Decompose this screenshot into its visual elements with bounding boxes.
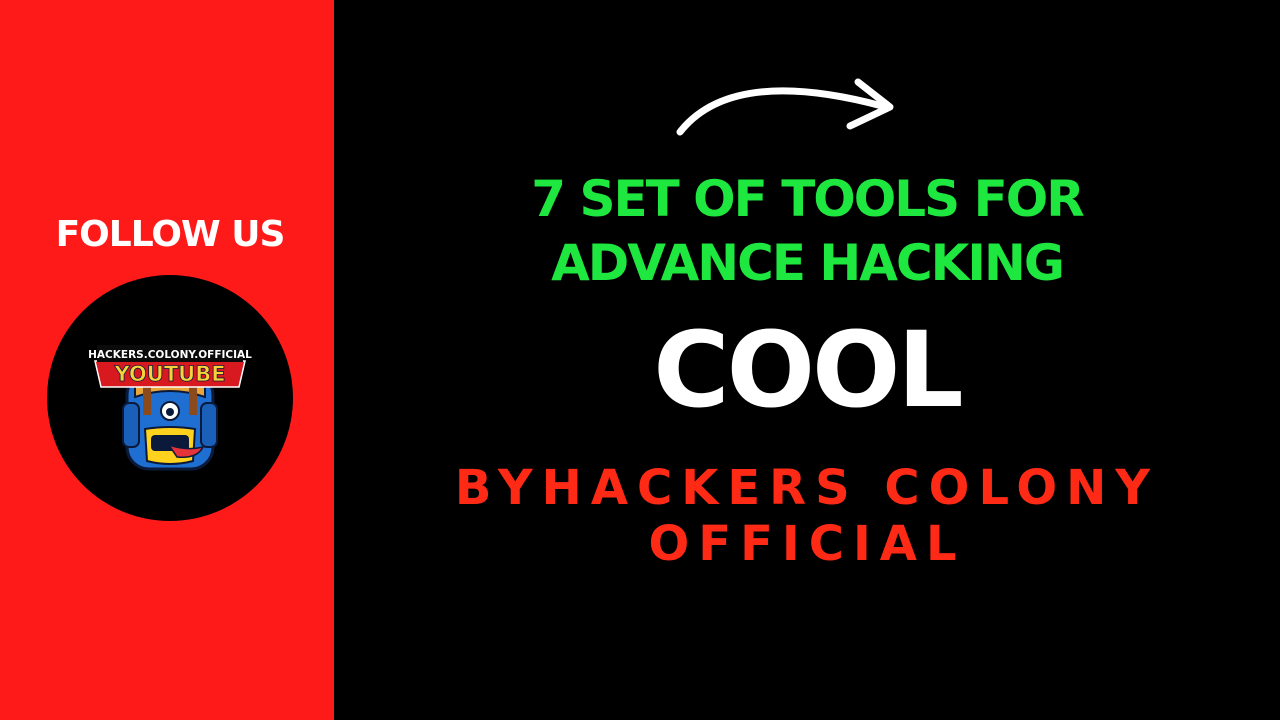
byline-line-2: OFFICIAL: [648, 516, 966, 572]
curved-arrow-right-icon: [676, 78, 894, 136]
feature-word: COOL: [653, 309, 963, 431]
headline-line-1: 7 SET OF TOOLS FOR: [531, 170, 1085, 228]
mascot-pupil: [166, 408, 174, 416]
follow-panel: FOLLOW US YOUTUBE HACKERS.COLONY.OFFICIA…: [0, 0, 334, 720]
logo-top-text: HACKERS.COLONY.OFFICIAL: [88, 349, 252, 361]
backpack-mascot-icon: YOUTUBE HACKERS.COLONY.OFFICIAL: [88, 345, 252, 471]
logo-banner-text: YOUTUBE: [113, 362, 225, 386]
follow-us-heading: FOLLOW US: [55, 214, 286, 255]
left-pocket: [122, 402, 140, 448]
byline-line-1: BYHACKERS COLONY: [454, 460, 1160, 516]
channel-logo: YOUTUBE HACKERS.COLONY.OFFICIAL: [47, 275, 293, 521]
right-pocket: [200, 402, 218, 448]
headline-line-2: ADVANCE HACKING: [551, 234, 1065, 292]
thumbnail-canvas: FOLLOW US YOUTUBE HACKERS.COLONY.OFFICIA…: [0, 0, 1280, 720]
